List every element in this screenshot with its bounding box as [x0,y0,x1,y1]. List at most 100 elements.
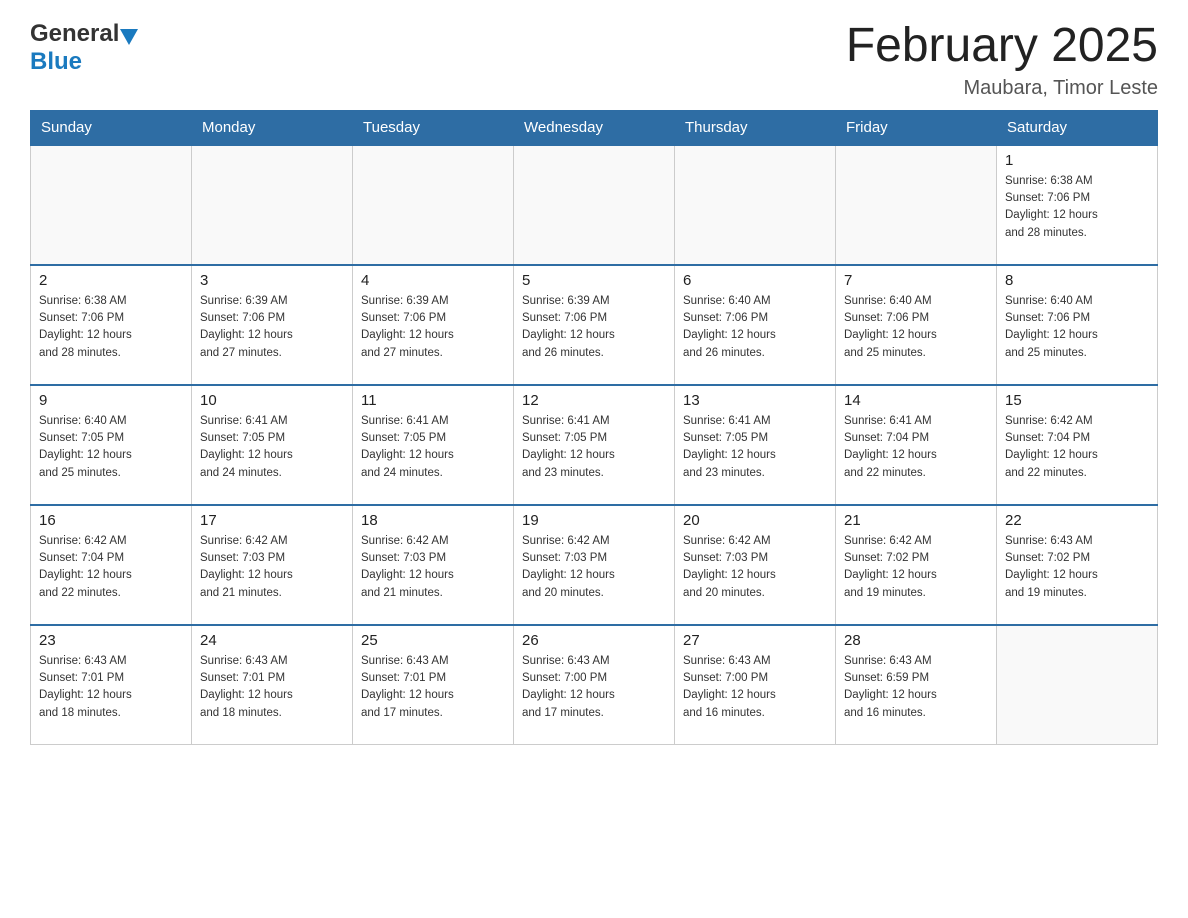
day-info: Sunrise: 6:38 AM Sunset: 7:06 PM Dayligh… [1005,173,1149,242]
day-info: Sunrise: 6:43 AM Sunset: 7:00 PM Dayligh… [683,653,827,722]
month-title: February 2025 [846,20,1158,73]
calendar-cell [31,145,192,265]
calendar-cell: 25 Sunrise: 6:43 AM Sunset: 7:01 PM Dayli… [353,625,514,745]
calendar-cell: 13 Sunrise: 6:41 AM Sunset: 7:05 PM Dayli… [675,385,836,505]
day-number: 6 [683,272,827,289]
calendar-cell: 17 Sunrise: 6:42 AM Sunset: 7:03 PM Dayli… [192,505,353,625]
day-number: 23 [39,632,183,649]
day-info: Sunrise: 6:39 AM Sunset: 7:06 PM Dayligh… [522,293,666,362]
calendar-cell [675,145,836,265]
calendar-cell: 6 Sunrise: 6:40 AM Sunset: 7:06 PM Daylig… [675,265,836,385]
day-info: Sunrise: 6:43 AM Sunset: 7:00 PM Dayligh… [522,653,666,722]
day-number: 9 [39,392,183,409]
calendar-cell: 20 Sunrise: 6:42 AM Sunset: 7:03 PM Dayli… [675,505,836,625]
title-section: February 2025 Maubara, Timor Leste [846,20,1158,100]
page-header: General Blue February 2025 Maubara, Timo… [30,20,1158,100]
day-info: Sunrise: 6:42 AM Sunset: 7:03 PM Dayligh… [522,533,666,602]
day-info: Sunrise: 6:40 AM Sunset: 7:06 PM Dayligh… [1005,293,1149,362]
logo-triangle-icon [120,29,138,45]
day-info: Sunrise: 6:42 AM Sunset: 7:03 PM Dayligh… [200,533,344,602]
logo-general-text: General [30,20,119,48]
day-info: Sunrise: 6:38 AM Sunset: 7:06 PM Dayligh… [39,293,183,362]
day-number: 22 [1005,512,1149,529]
day-info: Sunrise: 6:39 AM Sunset: 7:06 PM Dayligh… [200,293,344,362]
calendar-cell: 9 Sunrise: 6:40 AM Sunset: 7:05 PM Daylig… [31,385,192,505]
day-number: 28 [844,632,988,649]
calendar-cell: 5 Sunrise: 6:39 AM Sunset: 7:06 PM Daylig… [514,265,675,385]
day-info: Sunrise: 6:41 AM Sunset: 7:05 PM Dayligh… [683,413,827,482]
day-number: 20 [683,512,827,529]
logo: General Blue [30,20,139,76]
day-number: 7 [844,272,988,289]
calendar-cell: 26 Sunrise: 6:43 AM Sunset: 7:00 PM Dayli… [514,625,675,745]
day-info: Sunrise: 6:42 AM Sunset: 7:04 PM Dayligh… [1005,413,1149,482]
day-number: 16 [39,512,183,529]
weekday-header-wednesday: Wednesday [514,110,675,145]
day-number: 2 [39,272,183,289]
calendar-cell: 21Sunrise: 6:42 AM Sunset: 7:02 PM Dayli… [836,505,997,625]
week-row-3: 9 Sunrise: 6:40 AM Sunset: 7:05 PM Daylig… [31,385,1158,505]
day-number: 13 [683,392,827,409]
day-number: 8 [1005,272,1149,289]
day-number: 12 [522,392,666,409]
calendar-cell: 15 Sunrise: 6:42 AM Sunset: 7:04 PM Dayli… [997,385,1158,505]
day-info: Sunrise: 6:43 AM Sunset: 7:01 PM Dayligh… [39,653,183,722]
calendar-cell: 2 Sunrise: 6:38 AM Sunset: 7:06 PM Daylig… [31,265,192,385]
day-info: Sunrise: 6:41 AM Sunset: 7:05 PM Dayligh… [522,413,666,482]
calendar-cell [192,145,353,265]
day-info: Sunrise: 6:43 AM Sunset: 7:01 PM Dayligh… [361,653,505,722]
calendar-table: SundayMondayTuesdayWednesdayThursdayFrid… [30,110,1158,746]
calendar-cell [514,145,675,265]
weekday-header-tuesday: Tuesday [353,110,514,145]
calendar-cell: 18 Sunrise: 6:42 AM Sunset: 7:03 PM Dayli… [353,505,514,625]
calendar-cell: 19 Sunrise: 6:42 AM Sunset: 7:03 PM Dayli… [514,505,675,625]
weekday-header-friday: Friday [836,110,997,145]
calendar-cell: 14 Sunrise: 6:41 AM Sunset: 7:04 PM Dayli… [836,385,997,505]
day-number: 24 [200,632,344,649]
day-info: Sunrise: 6:41 AM Sunset: 7:05 PM Dayligh… [200,413,344,482]
weekday-header-monday: Monday [192,110,353,145]
calendar-cell: 11 Sunrise: 6:41 AM Sunset: 7:05 PM Dayli… [353,385,514,505]
day-number: 4 [361,272,505,289]
day-number: 5 [522,272,666,289]
calendar-cell: 24Sunrise: 6:43 AM Sunset: 7:01 PM Dayli… [192,625,353,745]
day-number: 1 [1005,152,1149,169]
day-info: Sunrise: 6:40 AM Sunset: 7:06 PM Dayligh… [683,293,827,362]
location-text: Maubara, Timor Leste [846,77,1158,100]
calendar-cell [836,145,997,265]
calendar-cell [353,145,514,265]
week-row-2: 2 Sunrise: 6:38 AM Sunset: 7:06 PM Daylig… [31,265,1158,385]
calendar-cell: 3Sunrise: 6:39 AM Sunset: 7:06 PM Daylig… [192,265,353,385]
day-info: Sunrise: 6:42 AM Sunset: 7:04 PM Dayligh… [39,533,183,602]
day-info: Sunrise: 6:42 AM Sunset: 7:03 PM Dayligh… [683,533,827,602]
day-number: 17 [200,512,344,529]
day-info: Sunrise: 6:41 AM Sunset: 7:04 PM Dayligh… [844,413,988,482]
calendar-cell: 27Sunrise: 6:43 AM Sunset: 7:00 PM Dayli… [675,625,836,745]
day-number: 10 [200,392,344,409]
calendar-cell: 16 Sunrise: 6:42 AM Sunset: 7:04 PM Dayli… [31,505,192,625]
day-info: Sunrise: 6:41 AM Sunset: 7:05 PM Dayligh… [361,413,505,482]
calendar-cell: 28 Sunrise: 6:43 AM Sunset: 6:59 PM Dayli… [836,625,997,745]
day-number: 18 [361,512,505,529]
day-number: 25 [361,632,505,649]
weekday-header-sunday: Sunday [31,110,192,145]
calendar-cell: 22 Sunrise: 6:43 AM Sunset: 7:02 PM Dayli… [997,505,1158,625]
day-info: Sunrise: 6:42 AM Sunset: 7:03 PM Dayligh… [361,533,505,602]
calendar-cell: 12 Sunrise: 6:41 AM Sunset: 7:05 PM Dayli… [514,385,675,505]
weekday-header-thursday: Thursday [675,110,836,145]
day-number: 19 [522,512,666,529]
day-info: Sunrise: 6:43 AM Sunset: 6:59 PM Dayligh… [844,653,988,722]
day-info: Sunrise: 6:40 AM Sunset: 7:05 PM Dayligh… [39,413,183,482]
calendar-cell: 10 Sunrise: 6:41 AM Sunset: 7:05 PM Dayli… [192,385,353,505]
calendar-cell: 1 Sunrise: 6:38 AM Sunset: 7:06 PM Daylig… [997,145,1158,265]
day-info: Sunrise: 6:43 AM Sunset: 7:02 PM Dayligh… [1005,533,1149,602]
day-number: 15 [1005,392,1149,409]
calendar-cell: 23 Sunrise: 6:43 AM Sunset: 7:01 PM Dayli… [31,625,192,745]
day-number: 26 [522,632,666,649]
week-row-5: 23 Sunrise: 6:43 AM Sunset: 7:01 PM Dayli… [31,625,1158,745]
day-number: 11 [361,392,505,409]
day-number: 14 [844,392,988,409]
calendar-cell: 7Sunrise: 6:40 AM Sunset: 7:06 PM Daylig… [836,265,997,385]
calendar-cell: 4Sunrise: 6:39 AM Sunset: 7:06 PM Daylig… [353,265,514,385]
calendar-cell [997,625,1158,745]
